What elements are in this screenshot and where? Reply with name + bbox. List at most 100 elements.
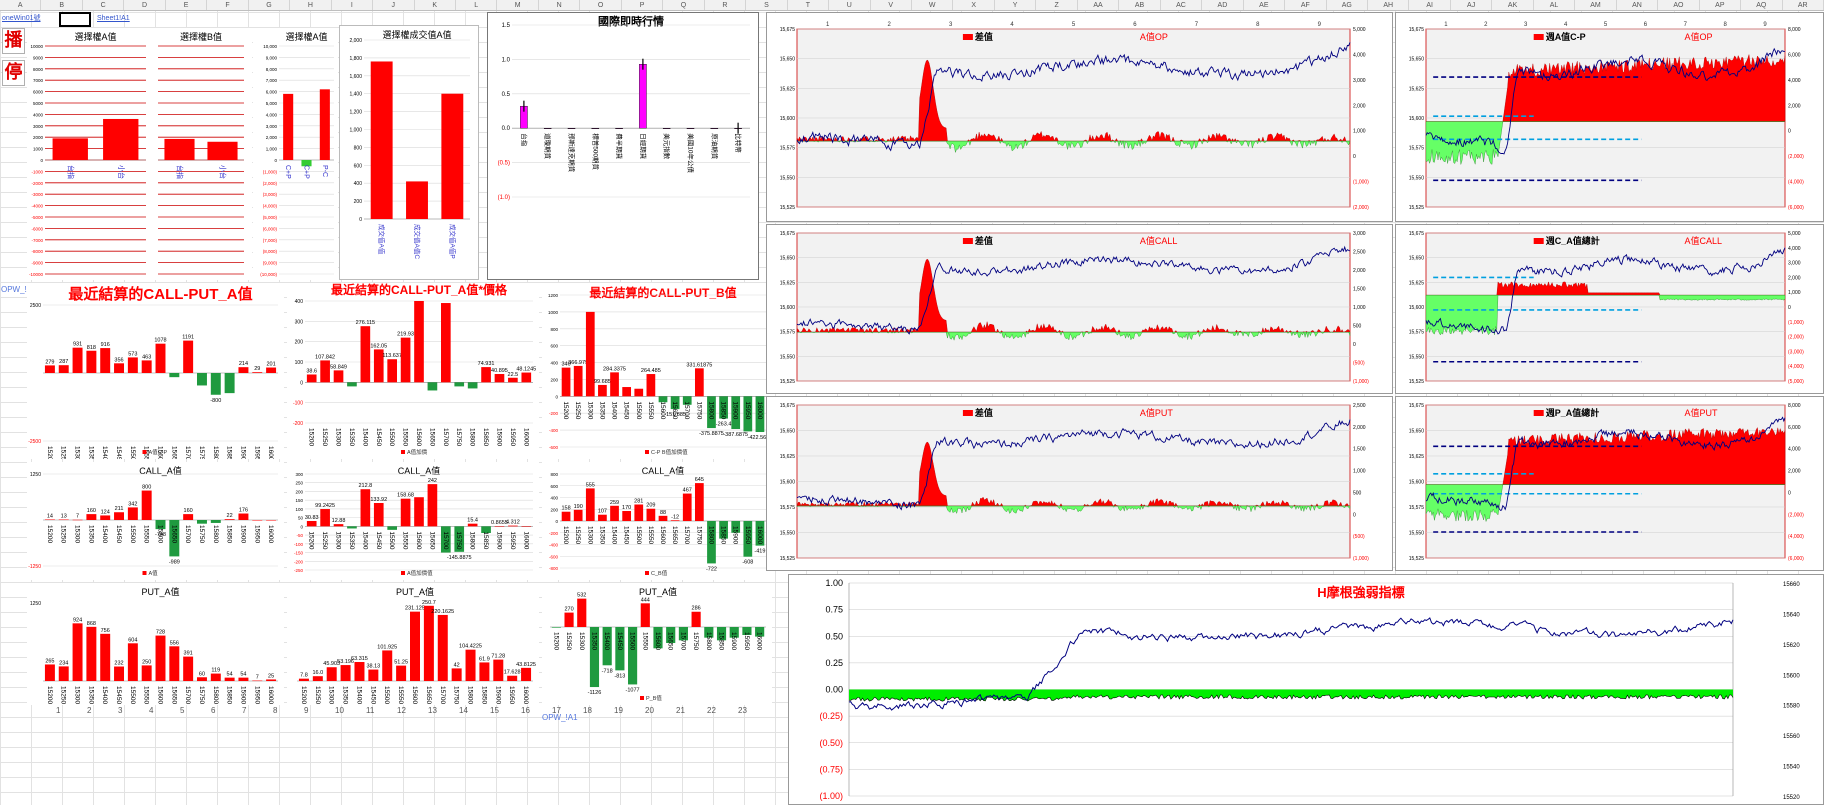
column-header[interactable]: Z	[1036, 0, 1078, 10]
column-header[interactable]: AA	[1078, 0, 1120, 10]
column-header[interactable]: M	[497, 0, 539, 10]
right-axis-label: 500	[1353, 324, 1362, 330]
data-label: 30.83	[305, 515, 319, 521]
category-label: 15450	[115, 525, 122, 543]
column-header[interactable]: J	[373, 0, 415, 10]
bar	[694, 483, 704, 521]
left-axis-label: 15,575	[1409, 146, 1425, 152]
right-axis-label: 15540	[1783, 765, 1800, 771]
column-header[interactable]: W	[912, 0, 954, 10]
column-header[interactable]: AG	[1327, 0, 1368, 10]
column-header[interactable]: S	[746, 0, 788, 10]
column-header[interactable]: D	[124, 0, 166, 10]
column-header[interactable]: C	[83, 0, 125, 10]
column-header[interactable]: Q	[663, 0, 705, 10]
column-header[interactable]: AM	[1575, 0, 1617, 10]
right-axis-label: 15640	[1783, 612, 1800, 618]
column-header[interactable]: AQ	[1741, 0, 1783, 10]
name-box-link[interactable]: oneWin01號	[2, 12, 41, 26]
right-axis-label: 5,000	[1353, 27, 1366, 33]
y-tick-label: 250	[295, 481, 303, 486]
column-header[interactable]: R	[705, 0, 747, 10]
data-label: 924	[73, 617, 82, 623]
legend-swatch	[962, 410, 973, 416]
category-label: 那斯達克期貨	[568, 133, 577, 173]
column-header[interactable]: A	[0, 0, 42, 10]
column-header[interactable]: AE	[1244, 0, 1286, 10]
column-header[interactable]: K	[415, 0, 456, 10]
bar	[610, 505, 619, 521]
column-header[interactable]: F	[207, 0, 249, 10]
column-header[interactable]: N	[539, 0, 581, 10]
column-header[interactable]: AF	[1285, 0, 1327, 10]
data-label: 51.25	[394, 660, 408, 666]
column-header[interactable]: AH	[1368, 0, 1410, 10]
column-header[interactable]: P	[622, 0, 664, 10]
left-axis-label: 15,525	[780, 556, 796, 562]
column-header[interactable]: G	[249, 0, 291, 10]
stop-button[interactable]: 停	[2, 60, 25, 86]
bar	[396, 665, 407, 681]
column-header[interactable]: AD	[1202, 0, 1244, 10]
y-tick-label: -600	[549, 445, 559, 450]
category-label: 15450	[369, 686, 376, 704]
category-label: 15850	[226, 525, 233, 543]
category-label: 15200	[308, 531, 315, 549]
column-header[interactable]: AC	[1161, 0, 1203, 10]
category-label: 15200	[300, 686, 307, 704]
category-label: 15900	[494, 686, 501, 704]
morgan-svg: 1.00 0.75 0.50 0.25 0.00 (0.25) (0.50) (0.75) (1…	[819, 578, 1800, 801]
category-label: 15650	[667, 632, 674, 650]
bar	[360, 489, 371, 527]
category-label: C+P	[303, 165, 310, 179]
right-axis-label: (2,000)	[1788, 335, 1804, 341]
selected-cell[interactable]	[59, 12, 91, 27]
column-header[interactable]: U	[829, 0, 871, 10]
left-axis-label: 15,650	[780, 256, 796, 262]
column-header[interactable]: AK	[1492, 0, 1534, 10]
right-axis-label: 8,000	[1788, 27, 1801, 33]
data-label: 48.1245	[516, 367, 536, 373]
column-header[interactable]: L	[456, 0, 498, 10]
column-header[interactable]: AB	[1119, 0, 1161, 10]
left-axis-label: 15,675	[1409, 231, 1425, 237]
data-label: 931	[73, 342, 82, 348]
row-number: 21	[676, 706, 685, 715]
sheet-link[interactable]: Sheet1!A1	[97, 12, 130, 26]
column-header[interactable]: AO	[1658, 0, 1700, 10]
chart-title: CALL_A值	[139, 465, 182, 476]
bar	[507, 675, 518, 681]
column-header[interactable]: B	[41, 0, 83, 10]
column-header[interactable]: Y	[995, 0, 1037, 10]
row-number: 3	[118, 706, 123, 715]
bar	[634, 504, 644, 521]
column-header[interactable]: AI	[1409, 0, 1451, 10]
column-header[interactable]: T	[788, 0, 830, 10]
left-axis-label: 15,650	[1409, 429, 1425, 435]
column-header[interactable]: H	[290, 0, 332, 10]
column-header[interactable]: V	[871, 0, 912, 10]
row-number: 8	[273, 706, 278, 715]
right-axis-label: 2,000	[1353, 103, 1366, 109]
bar	[682, 493, 692, 521]
column-header[interactable]: O	[580, 0, 622, 10]
left-axis-label: 15,550	[780, 354, 796, 360]
column-header[interactable]: AL	[1534, 0, 1576, 10]
column-header[interactable]: AP	[1700, 0, 1742, 10]
column-header[interactable]: X	[953, 0, 995, 10]
broadcast-button[interactable]: 播	[2, 28, 25, 54]
column-header[interactable]: AJ	[1451, 0, 1493, 10]
column-header[interactable]: E	[166, 0, 208, 10]
category-label: 15250	[321, 531, 328, 549]
category-label: 15300	[335, 428, 342, 446]
category-label: 道瓊期貨	[544, 133, 553, 160]
column-header[interactable]: AR	[1783, 0, 1824, 10]
category-label: 15850	[482, 531, 489, 549]
column-header[interactable]: I	[332, 0, 374, 10]
legend-swatch	[401, 571, 405, 575]
bar	[141, 360, 152, 373]
category-label: 15900	[239, 686, 246, 704]
column-header[interactable]: AN	[1617, 0, 1659, 10]
y-tick-label: -7000	[31, 238, 43, 243]
chart-title: H摩根強弱指標	[1317, 585, 1404, 600]
